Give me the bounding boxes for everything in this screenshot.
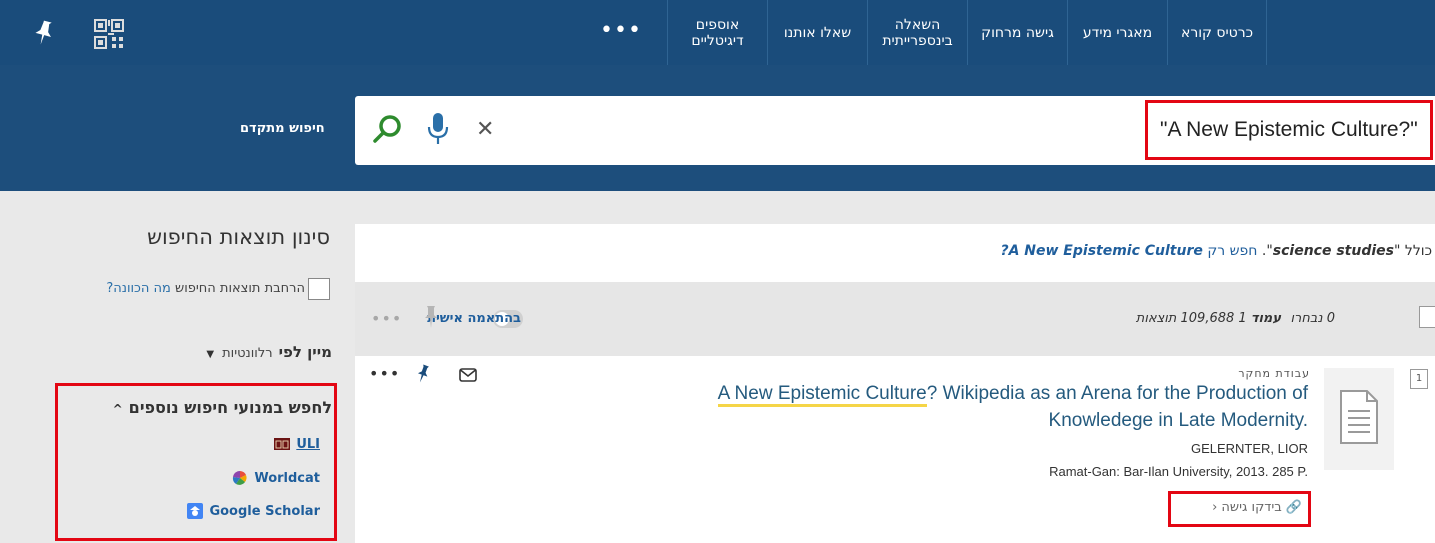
chevron-left-icon[interactable]: ‹: [1212, 500, 1217, 515]
pin-icon[interactable]: [415, 364, 431, 384]
external-link-worldcat[interactable]: Worldcat: [232, 470, 320, 486]
nav-item-remote-access[interactable]: גישה מרחוק: [967, 0, 1067, 65]
personalize-label[interactable]: בהתאמה אישית: [427, 311, 521, 326]
page-info: עמוד 1 109,688 תוצאות: [1136, 311, 1281, 326]
result-title-link[interactable]: A New Epistemic Culture? Wikipedia as an…: [668, 380, 1308, 434]
selected-count: 0 נבחרו: [1290, 311, 1335, 326]
external-link-google-scholar[interactable]: Google Scholar: [187, 503, 320, 519]
caret-down-icon[interactable]: ▼: [206, 349, 214, 360]
toolbar-more-button[interactable]: •••: [371, 309, 402, 328]
result-count: 109,688 תוצאות: [1135, 311, 1235, 326]
external-search-title-text: לחפש במנועי חיפוש נוספים: [128, 398, 332, 417]
sort-by-control[interactable]: מיין לפי רלוונטיות ▼: [206, 343, 332, 361]
external-link-uli[interactable]: ULI: [274, 436, 320, 452]
external-link-google-scholar-label[interactable]: Google Scholar: [209, 504, 320, 519]
page-number: 1: [1238, 311, 1247, 326]
result-type: עבודת מחקר: [1238, 367, 1310, 380]
expand-results-label: הרחבת תוצאות החיפוש מה הכוונה?: [106, 281, 305, 296]
pin-icon[interactable]: [32, 18, 56, 46]
result-author: GELERNTER, LIOR: [1190, 441, 1308, 456]
expand-results-checkbox[interactable]: [308, 278, 330, 300]
document-icon: [1340, 390, 1378, 444]
external-link-worldcat-label[interactable]: Worldcat: [254, 471, 320, 486]
external-search-title[interactable]: לחפש במנועי חיפוש נוספים ^: [113, 398, 332, 417]
select-all-checkbox[interactable]: [1419, 306, 1435, 328]
google-scholar-logo-icon: [187, 503, 204, 519]
check-access-link[interactable]: 🔗 בידקו גישה ‹: [1208, 500, 1302, 515]
filter-title: סינון תוצאות החיפוש: [147, 225, 330, 249]
did-you-mean-mid: ".: [1257, 243, 1273, 259]
search-query-text[interactable]: "A New Epistemic Culture?": [1160, 118, 1418, 142]
pin-icon[interactable]: [423, 305, 439, 329]
check-access-label[interactable]: בידקו גישה: [1221, 500, 1281, 515]
search-only-suggestion-link[interactable]: A New Epistemic Culture?: [1000, 243, 1202, 259]
did-you-mean-query-term: science studies: [1272, 243, 1394, 259]
nav-more-button[interactable]: •••: [600, 20, 642, 42]
nav-item-reader-card[interactable]: כרטיס קורא: [1167, 0, 1267, 65]
external-link-uli-label[interactable]: ULI: [296, 437, 320, 452]
worldcat-logo-icon: [233, 470, 247, 485]
nav-item-ask-us[interactable]: שאלו אותנו: [767, 0, 867, 65]
uli-logo-icon: [274, 438, 291, 450]
expand-results-text: הרחבת תוצאות החיפוש: [175, 281, 305, 296]
email-icon[interactable]: [459, 368, 477, 382]
close-icon[interactable]: ✕: [476, 117, 494, 143]
result-publisher: Ramat-Gan: Bar-Ilan University, 2013. 28…: [1049, 464, 1308, 479]
result-title-highlight[interactable]: A New Epistemic Culture: [717, 383, 927, 407]
sort-by-label: מיין לפי: [278, 343, 332, 361]
page-label: עמוד: [1250, 311, 1281, 326]
top-navigation-bar: ••• אוספים דיגיטליים שאלו אותנו השאלה בי…: [0, 0, 1435, 65]
result-number-checkbox[interactable]: 1: [1410, 369, 1428, 389]
sort-by-value[interactable]: רלוונטיות: [222, 346, 272, 361]
did-you-mean-prefix: כולל ": [1393, 243, 1432, 259]
search-only-label[interactable]: חפש רק: [1207, 243, 1257, 259]
did-you-mean-text: כולל "science studies". חפש רק A New Epi…: [1000, 243, 1432, 259]
what-is-this-link[interactable]: מה הכוונה?: [106, 281, 171, 296]
nav-item-databases[interactable]: מאגרי מידע: [1067, 0, 1167, 65]
result-more-button[interactable]: •••: [369, 364, 400, 383]
magnifier-icon[interactable]: [372, 113, 404, 145]
link-icon: 🔗: [1285, 500, 1302, 515]
chevron-up-icon[interactable]: ^: [113, 402, 123, 416]
nav-item-digital-collections[interactable]: אוספים דיגיטליים: [667, 0, 767, 65]
microphone-icon[interactable]: [426, 112, 450, 146]
result-title-rest[interactable]: ? Wikipedia as an Arena for the Producti…: [927, 383, 1308, 431]
nav-item-interlibrary-loan[interactable]: השאלה בינספרייתית: [867, 0, 967, 65]
advanced-search-link[interactable]: חיפוש מתקדם: [240, 121, 325, 136]
qr-code-icon[interactable]: [93, 18, 125, 50]
